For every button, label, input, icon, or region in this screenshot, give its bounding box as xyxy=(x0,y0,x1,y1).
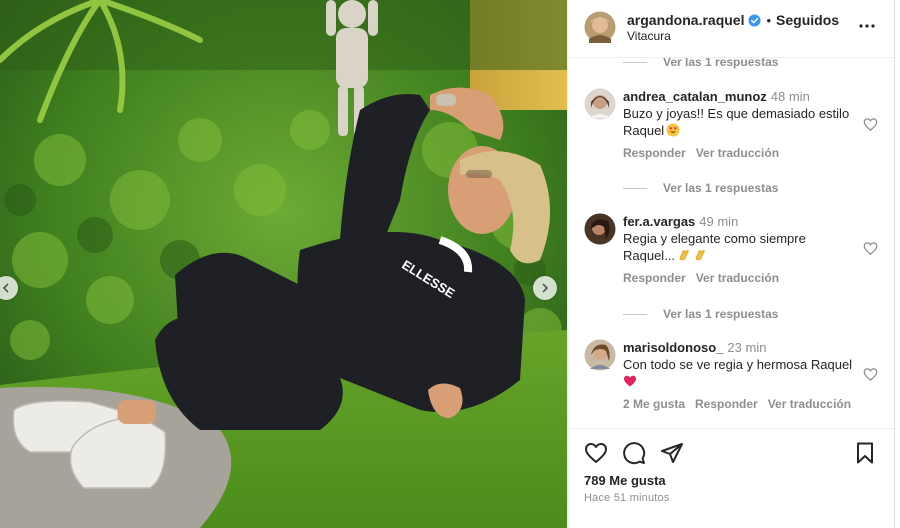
post-side-panel: argandona.raquel • Seguidos Vitacura Ver… xyxy=(567,0,895,528)
view-replies-label: Ver las 1 respuestas xyxy=(663,58,779,69)
heart-icon[interactable] xyxy=(584,441,608,465)
commenter-avatar[interactable] xyxy=(584,339,616,371)
post-location[interactable]: Vitacura xyxy=(627,29,671,43)
reply-button[interactable]: Responder xyxy=(623,145,686,162)
author-avatar[interactable] xyxy=(584,11,616,43)
comment-actions: Responder Ver traducción xyxy=(623,145,857,162)
view-replies-button[interactable]: Ver las 1 respuestas xyxy=(623,307,778,321)
comment-time: 48 min xyxy=(770,89,810,104)
view-replies-button[interactable]: Ver las 1 respuestas xyxy=(623,181,778,195)
commenter-avatar[interactable] xyxy=(584,88,616,120)
red-heart-emoji-icon xyxy=(624,375,636,387)
verified-badge-icon xyxy=(748,13,762,27)
heart-eyes-emoji-icon xyxy=(666,123,680,137)
comment-time: 49 min xyxy=(699,214,739,229)
likes-count[interactable]: 789 Me gusta xyxy=(584,473,666,488)
clapping-hands-emoji-icon xyxy=(695,250,705,261)
comment-icon[interactable] xyxy=(622,441,646,465)
clapping-hands-emoji-icon xyxy=(679,250,689,261)
separator-dot: • xyxy=(766,12,772,28)
chevron-right-icon xyxy=(542,283,549,293)
photo-illustration: ELLESSE xyxy=(0,0,567,528)
comment-text-row: Buzo y joyas!! Es que demasiado estilo R… xyxy=(623,105,857,139)
save-button[interactable] xyxy=(853,441,877,465)
post-footer: 789 Me gusta Hace 51 minutos xyxy=(568,428,894,528)
see-translation-button[interactable]: Ver traducción xyxy=(696,145,779,162)
reply-button[interactable]: Responder xyxy=(623,270,686,287)
comments-list: Ver las 1 respuestas andrea_catalan_muno… xyxy=(568,58,894,428)
chevron-left-icon xyxy=(2,283,9,293)
comment-username[interactable]: andrea_catalan_munoz xyxy=(623,89,767,104)
comment-emoji-line xyxy=(623,373,857,390)
comment-body: marisoldonoso_ 23 min Con todo se ve regi… xyxy=(623,339,857,413)
comment-time: 23 min xyxy=(727,340,767,355)
replies-divider xyxy=(623,187,647,189)
comment-text-row: Regia y elegante como siempre Raquel... xyxy=(623,230,857,264)
view-replies-label: Ver las 1 respuestas xyxy=(663,181,779,195)
post-action-bar xyxy=(584,441,684,465)
next-photo-button[interactable] xyxy=(533,276,557,300)
comment-actions: 2 Me gusta Responder Ver traducción xyxy=(623,396,857,413)
following-button[interactable]: Seguidos xyxy=(776,12,839,28)
post-photo[interactable]: ELLESSE xyxy=(0,0,567,528)
view-replies-label: Ver las 1 respuestas xyxy=(663,307,779,321)
comment-text: Buzo y joyas!! Es que demasiado estilo R… xyxy=(623,106,850,138)
bookmark-icon xyxy=(857,442,873,464)
view-replies-button[interactable]: Ver las 1 respuestas xyxy=(623,58,778,69)
comment-text: Con todo se ve regia y hermosa Raquel xyxy=(623,357,853,372)
replies-divider xyxy=(623,313,647,315)
like-comment-heart-icon[interactable] xyxy=(863,117,878,132)
comment-actions: Responder Ver traducción xyxy=(623,270,857,287)
share-icon[interactable] xyxy=(660,441,684,465)
more-options-icon[interactable] xyxy=(858,17,876,35)
reply-button[interactable]: Responder xyxy=(695,396,758,413)
like-comment-heart-icon[interactable] xyxy=(863,367,878,382)
see-translation-button[interactable]: Ver traducción xyxy=(768,396,851,413)
comment-username[interactable]: fer.a.vargas xyxy=(623,214,695,229)
comment-text: Regia y elegante como siempre Raquel... xyxy=(623,231,806,263)
comment-username[interactable]: marisoldonoso_ xyxy=(623,340,723,355)
comment-body: fer.a.vargas 49 min Regia y elegante como… xyxy=(623,213,857,287)
author-line: argandona.raquel • Seguidos xyxy=(627,12,839,28)
comment-body: andrea_catalan_munoz 48 min Buzo y joyas!… xyxy=(623,88,857,162)
commenter-avatar[interactable] xyxy=(584,213,616,245)
see-translation-button[interactable]: Ver traducción xyxy=(696,270,779,287)
comment-text-row: Con todo se ve regia y hermosa Raquel xyxy=(623,356,857,390)
comment-likes-count[interactable]: 2 Me gusta xyxy=(623,396,685,413)
post-header: argandona.raquel • Seguidos Vitacura xyxy=(568,0,894,58)
author-username[interactable]: argandona.raquel xyxy=(627,12,744,28)
replies-divider xyxy=(623,61,647,63)
post-time-ago: Hace 51 minutos xyxy=(584,492,670,504)
like-comment-heart-icon[interactable] xyxy=(863,241,878,256)
